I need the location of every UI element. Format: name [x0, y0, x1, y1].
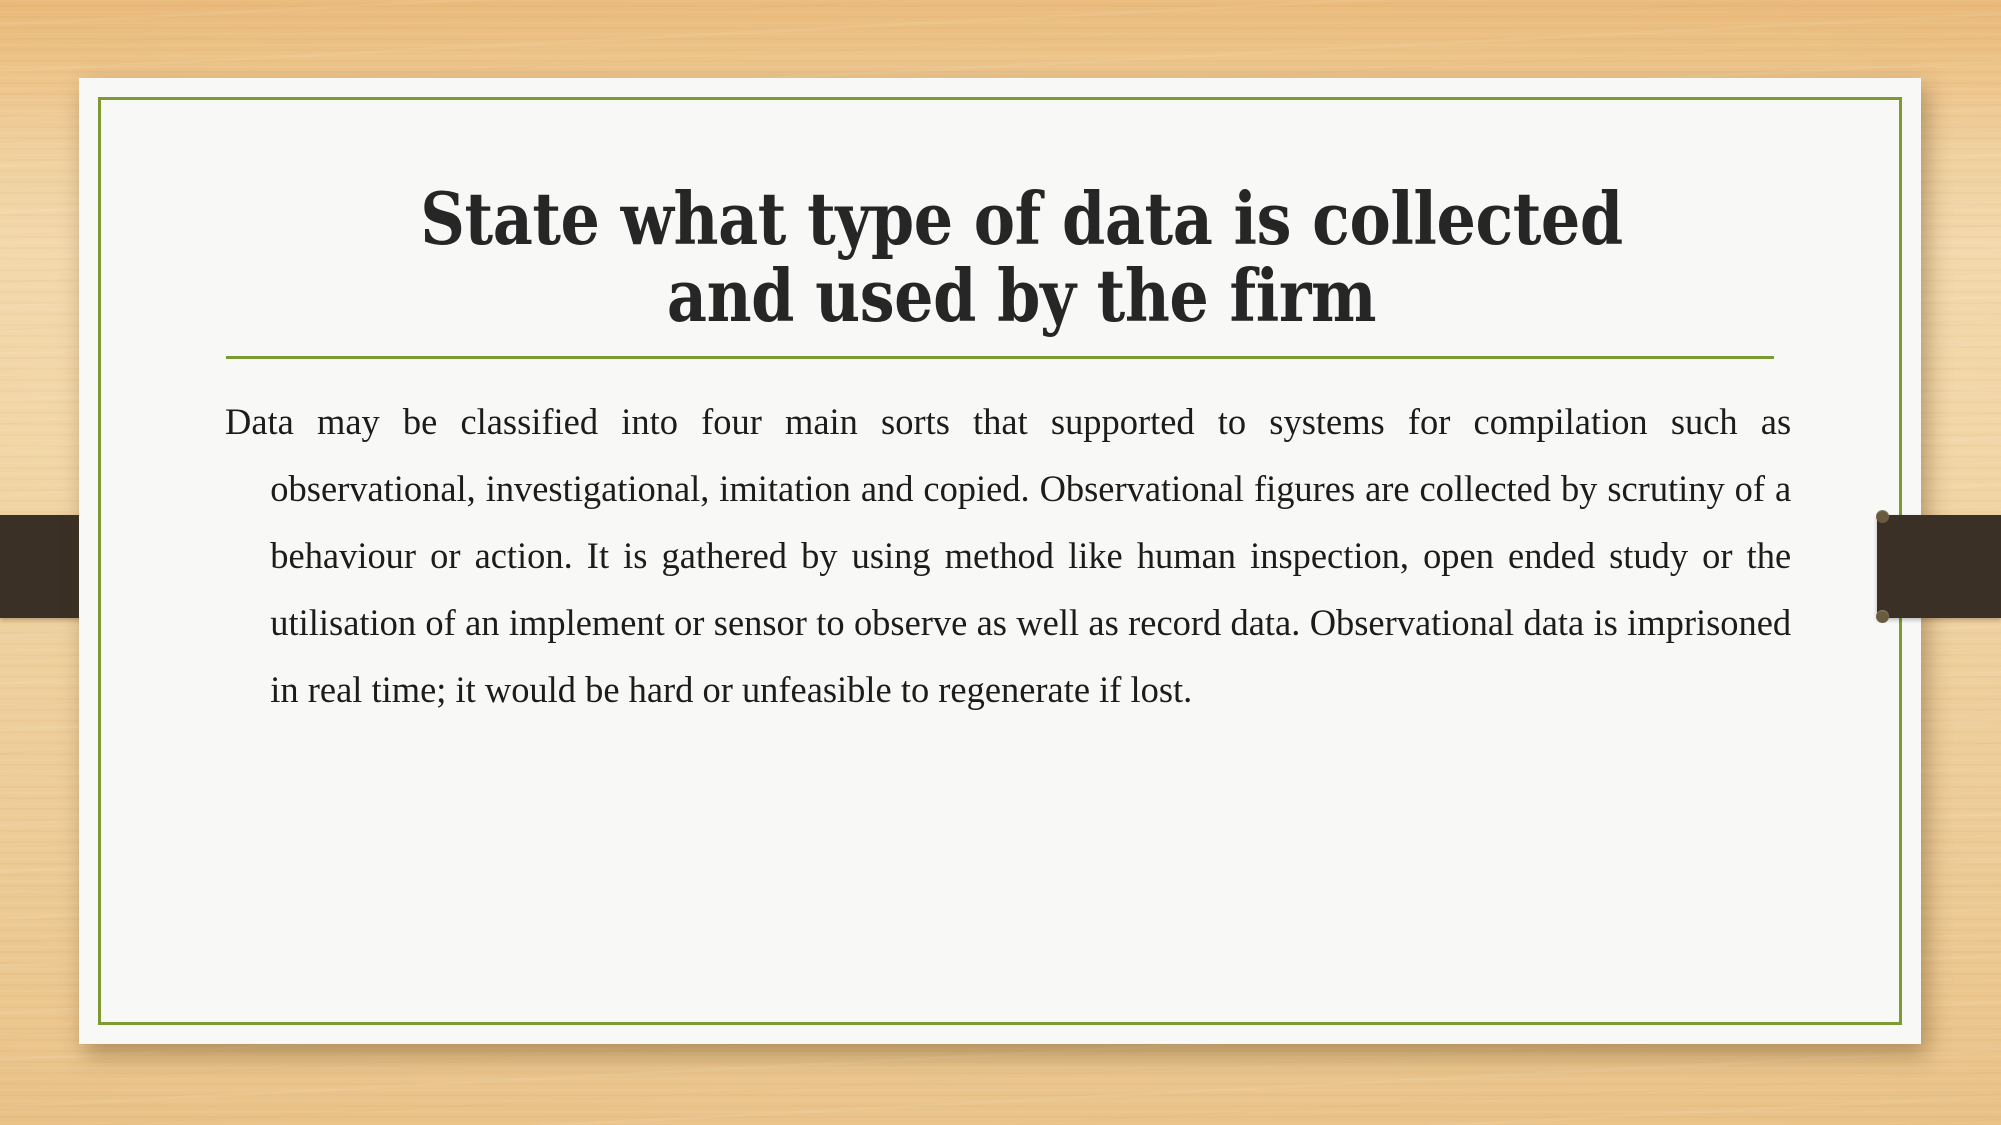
ribbon-knob-icon	[1876, 510, 1889, 523]
title-divider	[226, 356, 1774, 360]
slide-content: State what type of data is collected and…	[225, 180, 1818, 725]
page-title: State what type of data is collected and…	[420, 176, 1623, 339]
ribbon-tab-right	[1876, 510, 2001, 623]
body-paragraph: Data may be classified into four main so…	[225, 402, 1792, 711]
ribbon-knob-icon	[1876, 610, 1889, 623]
presentation-slide: State what type of data is collected and…	[0, 0, 2001, 1125]
slide-card: State what type of data is collected and…	[79, 78, 1921, 1044]
